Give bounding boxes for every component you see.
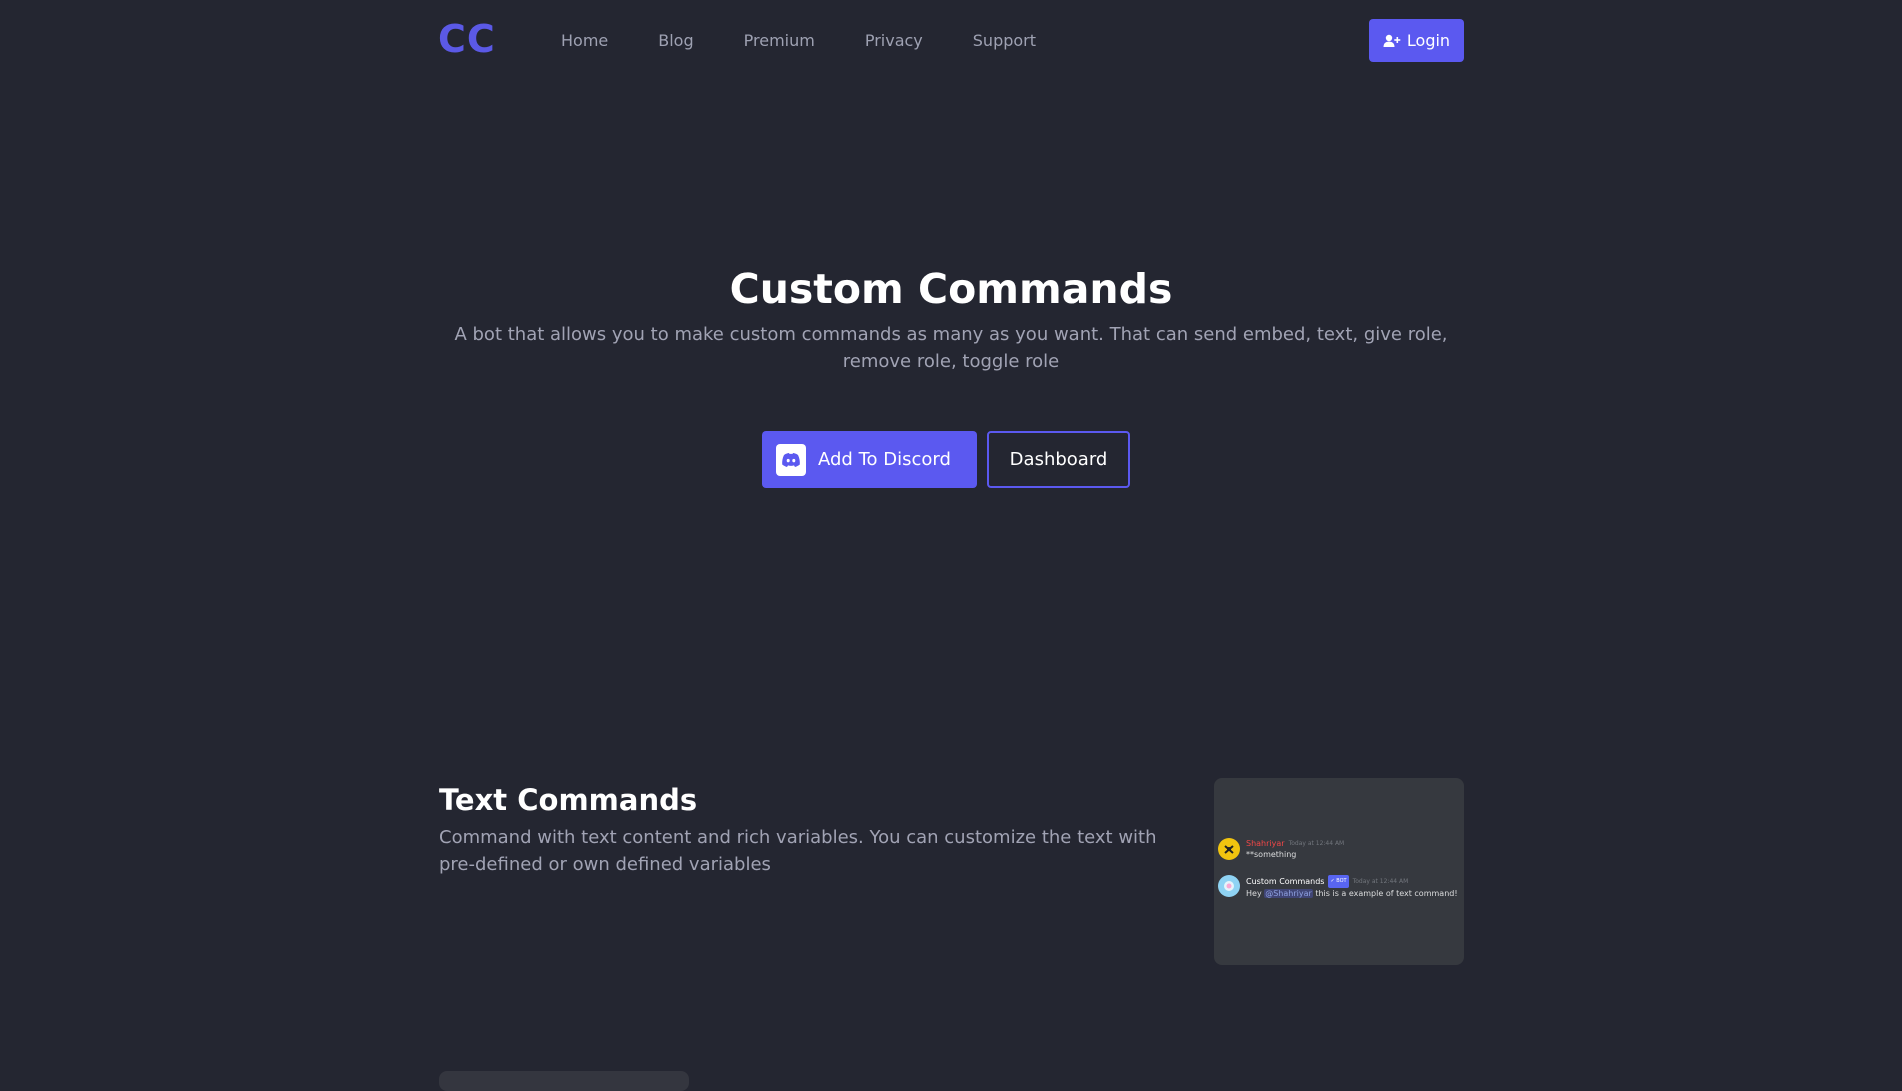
message-time: Today at 12:44 AM — [1288, 840, 1345, 847]
add-to-discord-label: Add To Discord — [818, 449, 951, 470]
navbar: CC Home Blog Premium Privacy Support Log… — [0, 0, 1902, 82]
message-author: Shahriyar — [1246, 839, 1285, 848]
nav-link-blog[interactable]: Blog — [658, 30, 693, 52]
dashboard-button[interactable]: Dashboard — [987, 431, 1130, 488]
message-author: Custom Commands — [1246, 877, 1325, 886]
logo[interactable]: CC — [438, 17, 496, 61]
feature-description: Command with text content and rich varia… — [439, 827, 1157, 875]
message-text-suffix: this is a example of text command! — [1315, 889, 1458, 898]
nav-link-privacy[interactable]: Privacy — [865, 30, 923, 52]
bot-avatar — [1218, 875, 1240, 897]
hero-title: Custom Commands — [729, 265, 1173, 313]
user-avatar — [1218, 838, 1240, 860]
hero-subtitle: A bot that allows you to make custom com… — [454, 324, 1448, 372]
login-button[interactable]: Login — [1369, 19, 1464, 62]
dashboard-label: Dashboard — [1009, 449, 1108, 470]
login-label: Login — [1406, 31, 1451, 50]
hero-buttons: Add To Discord Dashboard — [762, 431, 1130, 488]
text-command-preview: Shahriyar Today at 12:44 AM **something … — [1214, 778, 1464, 965]
user-mention: @Shahriyar — [1264, 889, 1313, 898]
nav-link-premium[interactable]: Premium — [744, 30, 815, 52]
next-feature-card — [439, 1071, 689, 1091]
message-text: **something — [1246, 850, 1297, 859]
discord-icon — [776, 443, 806, 476]
message-time: Today at 12:44 AM — [1352, 878, 1409, 885]
message-text-prefix: Hey — [1246, 889, 1262, 898]
nav-link-home[interactable]: Home — [561, 30, 608, 52]
nav-links: Home Blog Premium Privacy Support — [561, 30, 1086, 52]
feature-title: Text Commands — [439, 783, 698, 817]
nav-link-support[interactable]: Support — [973, 30, 1036, 52]
preview-message-bot: Custom Commands ✓ BOT Today at 12:44 AM … — [1218, 875, 1462, 900]
add-to-discord-button[interactable]: Add To Discord — [762, 431, 977, 488]
message-text: Hey @Shahriyar this is a example of text… — [1246, 888, 1458, 900]
user-plus-icon — [1383, 34, 1401, 48]
preview-message-user: Shahriyar Today at 12:44 AM **something — [1218, 838, 1462, 861]
bot-badge: ✓ BOT — [1328, 875, 1349, 888]
